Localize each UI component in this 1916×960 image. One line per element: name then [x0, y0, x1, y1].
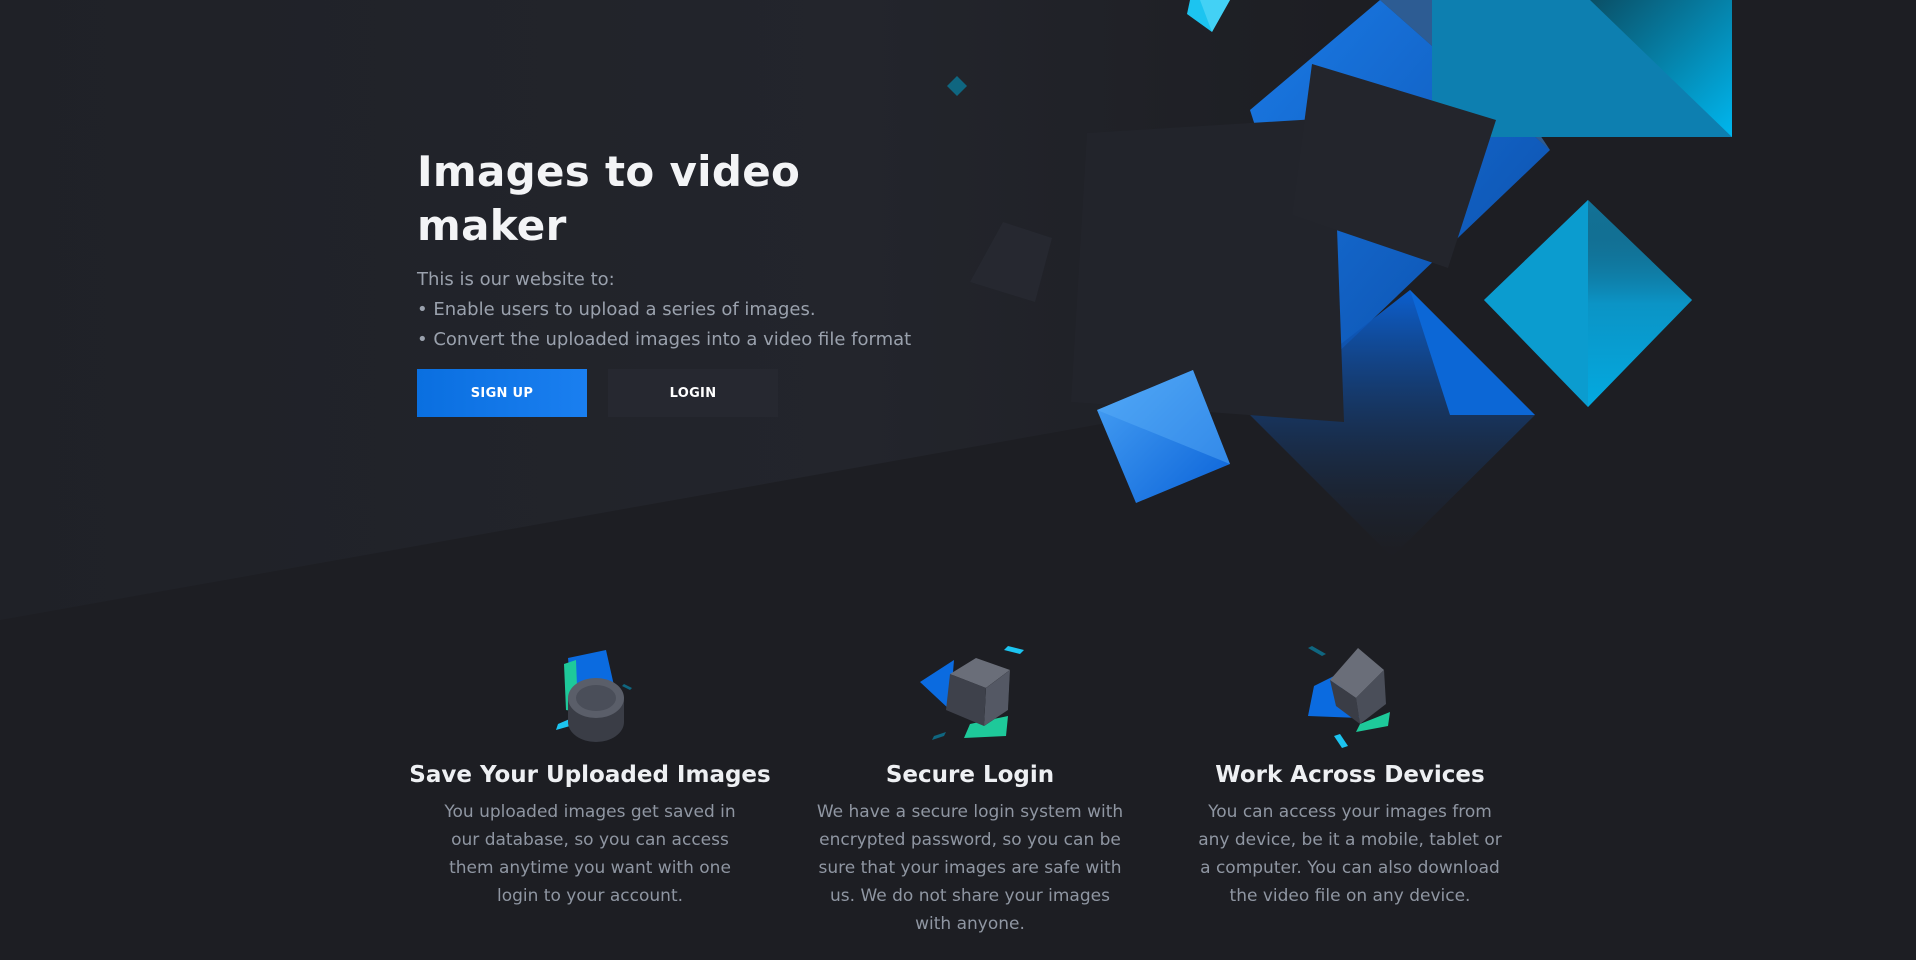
feature-card: Secure Login We have a secure login syst…	[780, 640, 1160, 938]
hero-illustration	[947, 0, 1732, 557]
feature-title: Work Across Devices	[1215, 762, 1485, 788]
cube-icon	[920, 646, 1024, 740]
devices-cube-icon	[1308, 646, 1390, 748]
signup-button[interactable]: SIGN UP	[417, 369, 587, 417]
description-line: • Convert the uploaded images into a vid…	[417, 329, 912, 350]
login-button[interactable]: LOGIN	[608, 369, 778, 417]
description-line: This is our website to:	[417, 269, 615, 290]
cylinder-icon	[556, 650, 632, 742]
hero-section: Images to video maker This is our websit…	[417, 145, 957, 417]
hero-description: This is our website to: • Enable users t…	[417, 265, 957, 355]
description-line: • Enable users to upload a series of ima…	[417, 299, 816, 320]
feature-card: Work Across Devices You can access your …	[1160, 640, 1540, 938]
feature-card: Save Your Uploaded Images You uploaded i…	[400, 640, 780, 938]
page-title: Images to video maker	[417, 147, 801, 250]
feature-title: Secure Login	[885, 762, 1055, 788]
features-section: Save Your Uploaded Images You uploaded i…	[400, 640, 1540, 938]
feature-text: We have a secure login system with encry…	[816, 802, 1124, 934]
feature-text: You can access your images from any devi…	[1198, 802, 1502, 906]
feature-text: You uploaded images get saved in our dat…	[444, 802, 736, 906]
hero-buttons: SIGN UP LOGIN	[417, 369, 957, 417]
feature-title: Save Your Uploaded Images	[409, 762, 771, 788]
